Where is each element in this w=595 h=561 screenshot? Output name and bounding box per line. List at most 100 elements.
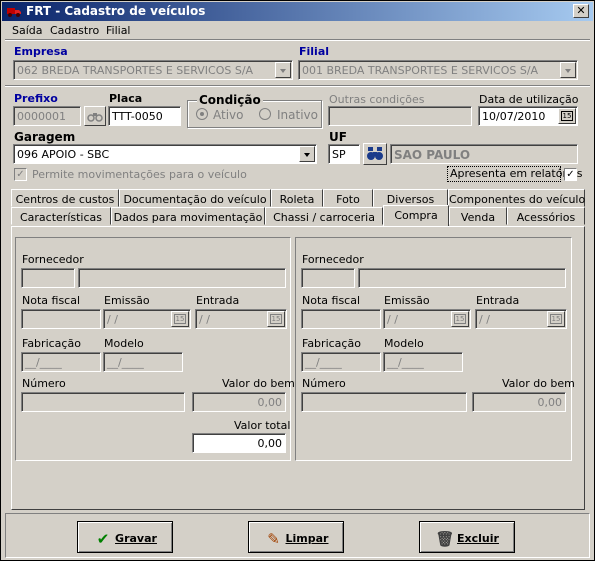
chevron-down-icon <box>275 62 291 78</box>
valor-total-label: Valor total <box>234 419 291 432</box>
empresa-label: Empresa <box>14 45 68 58</box>
truck-icon <box>7 8 21 17</box>
tab-caracteristicas[interactable]: Características <box>11 207 111 225</box>
ativo-radio[interactable] <box>196 108 208 120</box>
emissao-input[interactable]: / / 15 <box>103 309 191 329</box>
calendar-icon[interactable]: 15 <box>558 108 576 124</box>
inativo-label: Inativo <box>277 108 318 122</box>
excluir-label: Excluir <box>457 532 499 545</box>
gravar-label: Gravar <box>115 532 157 545</box>
nota-fiscal-input[interactable] <box>301 309 381 329</box>
empresa-select[interactable]: 062 BREDA TRANSPORTES E SERVICOS S/A <box>13 60 293 80</box>
fabricacao-label: Fabricação <box>22 337 81 350</box>
permite-label: Permite movimentações para o veículo <box>32 168 247 181</box>
nota-fiscal-label: Nota fiscal <box>22 294 81 307</box>
tab-dados-movimentacao[interactable]: Dados para movimentação <box>111 207 265 225</box>
tab-foto[interactable]: Foto <box>323 189 373 207</box>
menu-saida[interactable]: Saída <box>12 24 43 37</box>
chevron-down-icon <box>299 146 315 162</box>
data-utilizacao-label: Data de utilização <box>479 93 579 106</box>
prefixo-input[interactable]: 0000001 <box>13 106 81 126</box>
emissao-label: Emissão <box>104 294 150 307</box>
inativo-radio[interactable] <box>259 108 271 120</box>
uf-input[interactable]: SP <box>328 144 360 164</box>
brush-icon: ✎ <box>267 530 280 548</box>
tab-venda[interactable]: Venda <box>449 207 507 225</box>
valor-bem-label: Valor do bem <box>222 377 295 390</box>
menu-cadastro[interactable]: Cadastro <box>50 24 99 37</box>
limpar-button[interactable]: ✎ Limpar <box>248 521 344 553</box>
permite-checkbox[interactable]: ✓ <box>14 168 27 181</box>
valor-bem-input[interactable]: 0,00 <box>472 392 566 412</box>
trash-icon: 🗑 <box>435 530 455 548</box>
modelo-label: Modelo <box>384 337 424 350</box>
fornecedor-name-input[interactable] <box>358 268 566 288</box>
calendar-icon[interactable]: 15 <box>547 311 565 327</box>
window-title: FRT - Cadastro de veículos <box>26 4 206 18</box>
filial-label: Filial <box>299 45 330 58</box>
gravar-button[interactable]: ✔ Gravar <box>77 521 173 553</box>
tab-documentacao[interactable]: Documentação do veículo <box>119 189 271 207</box>
fornecedor-name-input[interactable] <box>78 268 286 288</box>
fabricacao-label: Fabricação <box>302 337 361 350</box>
uf-state-name: SAO PAULO <box>390 144 578 164</box>
entrada-input[interactable]: / / 15 <box>475 309 567 329</box>
modelo-input[interactable]: __/____ <box>383 352 463 372</box>
fornecedor-code-input[interactable] <box>301 268 355 288</box>
menu-filial[interactable]: Filial <box>106 24 131 37</box>
placa-input[interactable]: TTT-0050 <box>108 106 181 126</box>
divider <box>5 85 590 87</box>
valor-bem-label: Valor do bem <box>502 377 575 390</box>
nota-fiscal-input[interactable] <box>21 309 101 329</box>
condicao-label: Condição <box>197 93 263 107</box>
search-uf-button[interactable] <box>363 143 387 165</box>
numero-input[interactable] <box>301 392 467 412</box>
nota-fiscal-label: Nota fiscal <box>302 294 361 307</box>
chevron-down-icon <box>560 62 576 78</box>
entrada-label: Entrada <box>196 294 240 307</box>
calendar-icon[interactable]: 15 <box>171 311 189 327</box>
apresenta-label: Apresenta em relatórios <box>450 167 583 180</box>
tab-compra[interactable]: Compra <box>383 205 449 226</box>
tab-acessorios[interactable]: Acessórios <box>507 207 585 225</box>
excluir-button[interactable]: 🗑 Excluir <box>419 521 515 553</box>
garagem-select[interactable]: 096 APOIO - SBC <box>13 144 317 164</box>
fornecedor-label: Fornecedor <box>302 253 364 266</box>
modelo-label: Modelo <box>104 337 144 350</box>
binoculars-icon <box>367 147 383 160</box>
fabricacao-input[interactable]: __/____ <box>21 352 101 372</box>
close-button[interactable]: ✕ <box>573 4 589 18</box>
filial-select[interactable]: 001 BREDA TRANSPORTES E SERVICOS S/A <box>298 60 578 80</box>
numero-label: Número <box>22 377 66 390</box>
placa-label: Placa <box>109 92 143 105</box>
title-bar: FRT - Cadastro de veículos ✕ <box>2 2 593 21</box>
emissao-input[interactable]: / / 15 <box>383 309 471 329</box>
garagem-label: Garagem <box>14 130 76 144</box>
tab-chassi[interactable]: Chassi / carroceria <box>265 207 383 225</box>
tab-componentes[interactable]: Componentes do veículo <box>448 189 585 207</box>
main-window: FRT - Cadastro de veículos ✕ Saída Cadas… <box>0 0 595 561</box>
numero-input[interactable] <box>21 392 185 412</box>
emissao-label: Emissão <box>384 294 430 307</box>
apresenta-checkbox[interactable]: ✓ <box>564 168 577 181</box>
divider <box>5 39 590 41</box>
fornecedor-code-input[interactable] <box>21 268 75 288</box>
calendar-icon[interactable]: 15 <box>451 311 469 327</box>
data-utilizacao-input[interactable]: 10/07/2010 15 <box>478 106 578 126</box>
outras-input[interactable] <box>328 106 472 126</box>
modelo-input[interactable]: __/____ <box>103 352 183 372</box>
checkmark-icon: ✔ <box>96 530 110 548</box>
entrada-label: Entrada <box>476 294 520 307</box>
valor-total-input[interactable]: 0,00 <box>192 433 286 453</box>
limpar-label: Limpar <box>285 532 329 545</box>
entrada-input[interactable]: / / 15 <box>195 309 287 329</box>
tab-centros-custos[interactable]: Centros de custos <box>11 189 119 207</box>
calendar-icon[interactable]: 15 <box>267 311 285 327</box>
tab-roleta[interactable]: Roleta <box>271 189 323 207</box>
fornecedor-label: Fornecedor <box>22 253 84 266</box>
outras-label: Outras condições <box>329 93 425 106</box>
binoculars-icon <box>87 113 103 122</box>
valor-bem-input[interactable]: 0,00 <box>192 392 286 412</box>
search-prefixo-button[interactable] <box>84 106 106 126</box>
fabricacao-input[interactable]: __/____ <box>301 352 381 372</box>
